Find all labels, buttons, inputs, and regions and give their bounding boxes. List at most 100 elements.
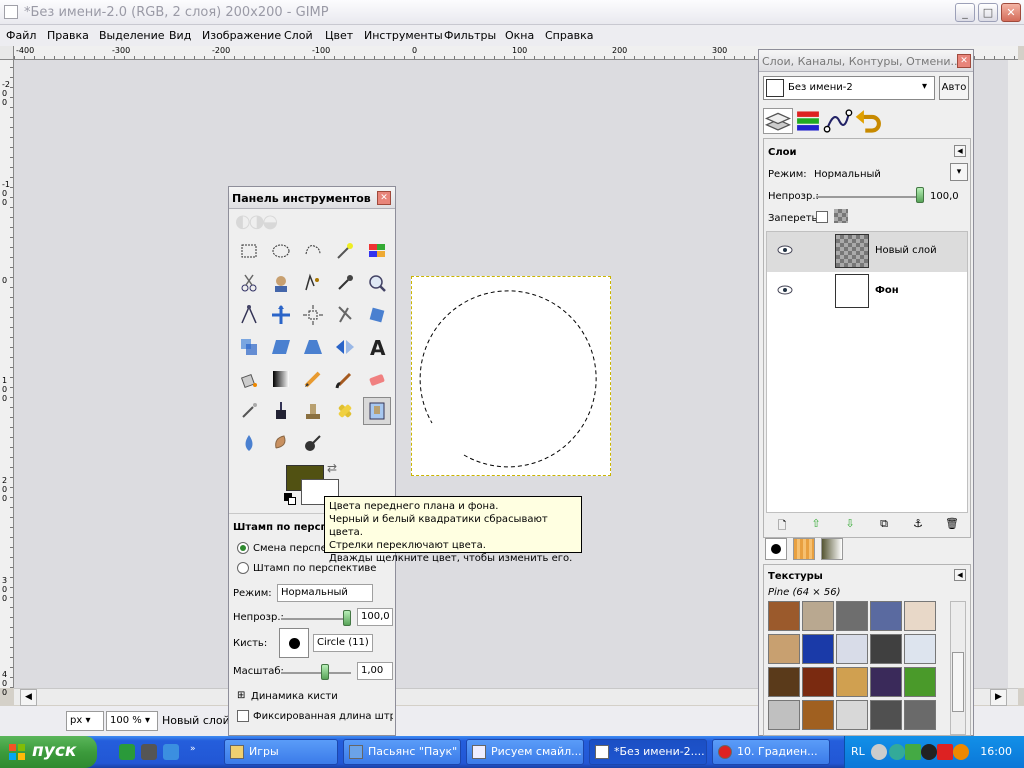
measure-tool-icon[interactable] xyxy=(235,301,263,329)
toolbox-close-button[interactable]: ✕ xyxy=(377,191,391,205)
menu-edit[interactable]: Правка xyxy=(47,29,89,42)
texture-swatch[interactable] xyxy=(768,667,800,697)
brush-name[interactable]: Circle (11) xyxy=(313,634,373,652)
lower-layer-icon[interactable]: ⇩ xyxy=(842,517,858,533)
blend-tool-icon[interactable] xyxy=(267,365,295,393)
opacity-slider[interactable] xyxy=(281,618,351,620)
expand-icon[interactable]: ⊞ xyxy=(237,690,245,701)
color-select-tool-icon[interactable] xyxy=(363,237,391,265)
align-tool-icon[interactable] xyxy=(299,301,327,329)
layer-mode-value[interactable]: Нормальный xyxy=(814,169,881,180)
chevron-down-icon[interactable]: ▾ xyxy=(950,163,968,181)
task-spider-solitaire[interactable]: Пасьянс "Паук" xyxy=(343,739,461,765)
texture-swatch[interactable] xyxy=(904,667,936,697)
layers-menu-button[interactable]: ◀ xyxy=(954,145,966,157)
fuzzy-select-tool-icon[interactable] xyxy=(331,237,359,265)
ruler-corner[interactable] xyxy=(0,46,14,60)
zoom-select[interactable]: 100 % ▾ xyxy=(106,711,158,731)
quicklaunch-expand-icon[interactable]: » xyxy=(190,744,198,760)
tab-patterns[interactable] xyxy=(793,538,815,560)
start-button[interactable]: пуск xyxy=(0,736,97,768)
vertical-ruler[interactable]: -200 -100 0 100 200 300 400 xyxy=(0,60,14,697)
layer-row-new-layer[interactable]: Новый слой xyxy=(767,232,967,272)
layer-opacity-slider[interactable] xyxy=(816,196,920,198)
minimize-button[interactable]: _ xyxy=(955,3,975,22)
scale-tool-icon[interactable] xyxy=(235,333,263,361)
swap-colors-icon[interactable]: ⇄ xyxy=(327,461,337,475)
scale-value[interactable]: 1,00 xyxy=(357,662,393,680)
app-quicklaunch-icon[interactable] xyxy=(141,744,157,760)
flip-tool-icon[interactable] xyxy=(331,333,359,361)
menu-file[interactable]: Файл xyxy=(6,29,36,42)
texture-swatch[interactable] xyxy=(904,601,936,631)
texture-swatch[interactable] xyxy=(802,634,834,664)
texture-swatch[interactable] xyxy=(802,667,834,697)
foreground-select-tool-icon[interactable] xyxy=(267,269,295,297)
language-indicator[interactable]: RL xyxy=(851,745,865,758)
lock-checkbox[interactable] xyxy=(816,211,828,223)
eye-icon[interactable] xyxy=(777,285,793,295)
texture-swatch[interactable] xyxy=(768,601,800,631)
menu-layer[interactable]: Слой xyxy=(284,29,313,42)
mode-select[interactable]: Нормальный xyxy=(277,584,373,602)
menu-filters[interactable]: Фильтры xyxy=(444,29,496,42)
tab-layers[interactable] xyxy=(763,108,793,134)
ellipse-select-tool-icon[interactable] xyxy=(267,237,295,265)
anchor-layer-icon[interactable]: ⚓ xyxy=(910,517,926,533)
shear-tool-icon[interactable] xyxy=(267,333,295,361)
utorrent-icon[interactable] xyxy=(119,744,135,760)
crop-tool-icon[interactable] xyxy=(331,301,359,329)
auto-button[interactable]: Авто xyxy=(939,76,969,100)
scale-slider[interactable] xyxy=(281,672,351,674)
app-tray-icon[interactable] xyxy=(921,744,937,760)
eraser-tool-icon[interactable] xyxy=(363,365,391,393)
scroll-right-button[interactable]: ▶ xyxy=(990,689,1007,706)
clone-tool-icon[interactable] xyxy=(299,397,327,425)
move-tool-icon[interactable] xyxy=(267,301,295,329)
scale-slider-handle[interactable] xyxy=(321,664,329,680)
task-opera[interactable]: 10. Градиен... xyxy=(712,739,830,765)
perspective-tool-icon[interactable] xyxy=(299,333,327,361)
rotate-tool-icon[interactable] xyxy=(363,301,391,329)
textures-menu-button[interactable]: ◀ xyxy=(954,569,966,581)
opacity-value[interactable]: 100,0 xyxy=(357,608,393,626)
opacity-slider-handle[interactable] xyxy=(343,610,351,626)
scissors-select-tool-icon[interactable] xyxy=(235,269,263,297)
texture-swatch[interactable] xyxy=(870,634,902,664)
texture-swatch[interactable] xyxy=(836,601,868,631)
texture-swatch[interactable] xyxy=(904,634,936,664)
textures-scrollbar[interactable] xyxy=(950,601,966,735)
texture-swatch[interactable] xyxy=(768,700,800,730)
bucket-fill-tool-icon[interactable] xyxy=(235,365,263,393)
delete-layer-icon[interactable]: 🗑 xyxy=(944,517,960,533)
maximize-button[interactable]: □ xyxy=(978,3,998,22)
lock-alpha-icon[interactable] xyxy=(834,209,848,223)
default-colors-icon[interactable] xyxy=(284,493,296,505)
raise-layer-icon[interactable]: ⇧ xyxy=(808,517,824,533)
tab-paths[interactable] xyxy=(823,108,853,134)
texture-swatch[interactable] xyxy=(870,667,902,697)
tab-brushes[interactable] xyxy=(765,538,787,560)
paths-tool-icon[interactable] xyxy=(299,269,327,297)
menu-tools[interactable]: Инструменты xyxy=(364,29,443,42)
tray-arrow-icon[interactable] xyxy=(871,744,887,760)
new-layer-icon[interactable]: 🗋 xyxy=(774,517,790,533)
texture-swatch[interactable] xyxy=(802,601,834,631)
brush-dynamics-label[interactable]: Динамика кисти xyxy=(251,691,338,702)
textures-scroll-thumb[interactable] xyxy=(952,652,964,712)
paintbrush-tool-icon[interactable] xyxy=(331,365,359,393)
menu-color[interactable]: Цвет xyxy=(325,29,353,42)
vertical-scrollbar[interactable] xyxy=(1008,60,1024,688)
texture-swatch[interactable] xyxy=(870,601,902,631)
texture-swatch[interactable] xyxy=(836,700,868,730)
brush-preview[interactable] xyxy=(279,628,309,658)
texture-swatch[interactable] xyxy=(836,634,868,664)
task-gimp-image[interactable]: *Без имени-2.... xyxy=(589,739,707,765)
perspective-clone-tool-icon[interactable] xyxy=(363,397,391,425)
menu-select[interactable]: Выделение xyxy=(99,29,165,42)
text-tool-icon[interactable]: A xyxy=(363,333,391,361)
tab-channels[interactable] xyxy=(793,108,823,134)
duplicate-layer-icon[interactable]: ⧉ xyxy=(876,517,892,533)
scroll-left-button[interactable]: ◀ xyxy=(20,689,37,706)
texture-swatch[interactable] xyxy=(870,700,902,730)
